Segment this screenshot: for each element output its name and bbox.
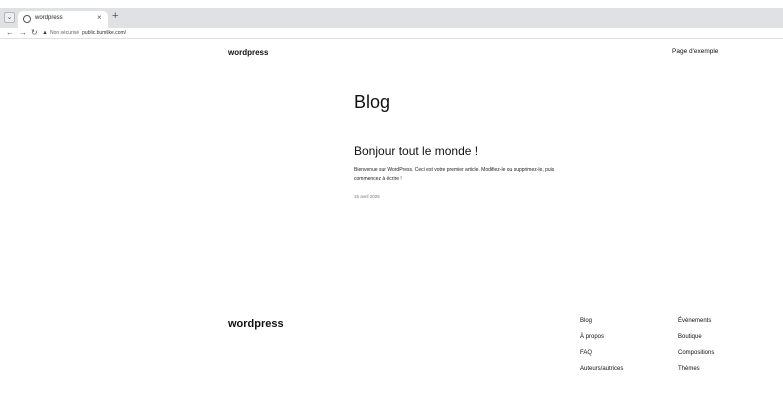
browser-tab[interactable]: wordpress ×	[18, 11, 108, 28]
footer-link-blog[interactable]: Blog	[580, 318, 592, 324]
footer-link-themes[interactable]: Thèmes	[678, 366, 700, 372]
site-title-link[interactable]: wordpress	[228, 48, 268, 57]
wordpress-favicon-icon	[23, 15, 31, 23]
footer-site-title-link[interactable]: wordpress	[228, 318, 284, 330]
tab-title: wordpress	[35, 15, 63, 21]
post-date[interactable]: 15 avril 2025	[354, 194, 380, 199]
tab-search-dropdown-button[interactable]: ⌄	[4, 12, 15, 23]
footer-link-shop[interactable]: Boutique	[678, 334, 702, 340]
page-title: Blog	[354, 92, 391, 112]
post-excerpt: Bienvenue sur WordPress. Ceci est votre …	[354, 167, 555, 182]
footer-link-patterns[interactable]: Compositions	[678, 350, 714, 356]
footer-link-authors[interactable]: Auteurs/autrices	[580, 366, 623, 372]
footer-link-about[interactable]: À propos	[580, 334, 604, 340]
tab-close-icon[interactable]: ×	[97, 13, 102, 22]
post-title-link[interactable]: Bonjour tout le monde !	[354, 144, 478, 158]
url-text: public.bumlike.com/	[82, 30, 127, 36]
footer-link-events[interactable]: Évènements	[678, 318, 711, 324]
security-label: Non sécurisé	[49, 30, 80, 36]
forward-arrow-icon[interactable]: →	[19, 28, 27, 38]
back-arrow-icon[interactable]: ←	[6, 28, 14, 38]
new-tab-button[interactable]: +	[112, 10, 118, 22]
reload-icon[interactable]: ↻	[31, 28, 38, 38]
nav-link-sample-page[interactable]: Page d'exemple	[672, 48, 718, 55]
address-bar[interactable]: ▲ Non sécurisé public.bumlike.com/	[42, 29, 126, 38]
footer-link-faq[interactable]: FAQ	[580, 350, 592, 356]
warning-icon: ▲	[42, 30, 48, 36]
